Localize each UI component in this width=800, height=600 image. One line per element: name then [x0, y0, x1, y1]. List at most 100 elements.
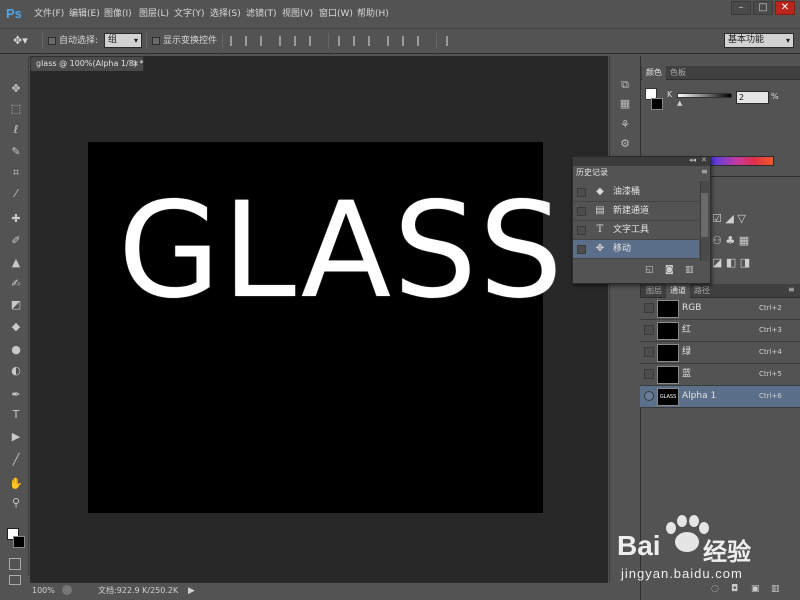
history-panel-icon[interactable]: ⧉	[617, 77, 633, 93]
tab-swatches[interactable]: 色板	[666, 66, 690, 80]
close-tab-icon[interactable]: ×	[132, 57, 139, 71]
lasso-tool-icon[interactable]: ℓ	[7, 121, 25, 138]
color-spectrum-bar[interactable]	[700, 156, 774, 166]
new-document-from-state-icon[interactable]: ◱	[645, 265, 654, 275]
tab-color[interactable]: 颜色	[642, 66, 666, 80]
panel-menu-icon[interactable]: ≡	[788, 285, 795, 294]
status-menu-arrow-icon[interactable]: ▶	[188, 583, 195, 599]
document-tab[interactable]: glass @ 100%(Alpha 1/8) * ×	[30, 56, 144, 71]
panel-menu-icon[interactable]: ≡	[701, 167, 708, 176]
menu-image[interactable]: 图像(I)	[104, 7, 132, 21]
line-tool-icon[interactable]: ╱	[7, 451, 25, 468]
clone-stamp-tool-icon[interactable]: ▲	[7, 254, 25, 271]
history-item-move[interactable]: ✥ 移动	[573, 240, 699, 259]
color-slider-track[interactable]	[677, 93, 732, 98]
minimize-button[interactable]: –	[731, 1, 751, 15]
menu-type[interactable]: 文字(Y)	[174, 7, 205, 21]
menu-view[interactable]: 视图(V)	[282, 7, 313, 21]
brush-tool-icon[interactable]: ✐	[7, 232, 25, 249]
color-panel-background-swatch[interactable]	[651, 98, 663, 110]
distribute-hcenter-icon[interactable]	[402, 36, 412, 46]
distribute-bottom-icon[interactable]	[368, 36, 378, 46]
workspace-dropdown[interactable]: 基本功能 ▾	[724, 33, 794, 48]
type-tool-icon[interactable]: T	[7, 406, 25, 423]
move-tool-icon[interactable]: ✥	[7, 80, 25, 97]
snapshot-source-checkbox[interactable]	[577, 226, 586, 235]
channel-row-green[interactable]: 绿 Ctrl+4	[640, 342, 800, 364]
align-hcenter-icon[interactable]	[294, 36, 304, 46]
channel-row-rgb[interactable]: RGB Ctrl+2	[640, 298, 800, 320]
eye-icon[interactable]	[644, 391, 654, 401]
history-title-tab[interactable]: 历史记录	[573, 166, 617, 180]
visibility-toggle[interactable]	[644, 369, 654, 379]
distribute-left-icon[interactable]	[387, 36, 397, 46]
tool-presets-icon[interactable]: ⚙	[617, 136, 633, 152]
slider-handle-icon[interactable]: ▲	[677, 99, 682, 107]
channel-row-red[interactable]: 红 Ctrl+3	[640, 320, 800, 342]
zoom-level[interactable]: 100%	[32, 583, 55, 599]
menu-layer[interactable]: 图层(L)	[139, 7, 169, 21]
info-icon[interactable]	[62, 585, 72, 595]
paint-bucket-tool-icon[interactable]: ◆	[7, 318, 25, 335]
align-left-icon[interactable]	[279, 36, 289, 46]
tab-layers[interactable]: 图层	[642, 284, 666, 298]
auto-select-checkbox[interactable]	[48, 37, 56, 45]
menu-help[interactable]: 帮助(H)	[357, 7, 389, 21]
snapshot-icon[interactable]: ◙	[665, 265, 674, 275]
adjustment-icon-row3[interactable]: ◪ ◧ ◨	[712, 256, 750, 269]
adjustment-icon-row1[interactable]: ☑ ◢ ▽	[712, 212, 746, 225]
distribute-vcenter-icon[interactable]	[353, 36, 363, 46]
menu-filter[interactable]: 滤镜(T)	[246, 7, 277, 21]
visibility-toggle[interactable]	[644, 347, 654, 357]
close-panel-icon[interactable]: ✕	[701, 156, 707, 164]
distribute-right-icon[interactable]	[417, 36, 427, 46]
visibility-toggle[interactable]	[644, 325, 654, 335]
trash-icon[interactable]: ▥	[685, 265, 694, 275]
collapse-icon[interactable]: ◂◂	[689, 156, 696, 164]
show-transform-checkbox[interactable]	[152, 37, 160, 45]
maximize-button[interactable]: □	[753, 1, 773, 15]
menu-select[interactable]: 选择(S)	[210, 7, 241, 21]
snapshot-source-checkbox[interactable]	[577, 245, 586, 254]
history-item-type-tool[interactable]: T 文字工具	[573, 221, 699, 240]
history-panel[interactable]: ◂◂ ✕ 历史记录 ≡ ◆ 油漆桶 ▤ 新建通道 T 文字工具 ✥ 移动 ◱ ◙…	[572, 156, 711, 284]
brush-panel-icon[interactable]: ⚘	[617, 117, 633, 133]
channel-row-alpha1[interactable]: GLASS Alpha 1 Ctrl+6	[640, 386, 800, 408]
distribute-top-icon[interactable]	[338, 36, 348, 46]
marquee-tool-icon[interactable]: ⬚	[7, 100, 25, 117]
align-right-icon[interactable]	[309, 36, 319, 46]
color-value-input[interactable]: 2	[736, 91, 769, 104]
crop-tool-icon[interactable]: ⌗	[7, 164, 25, 181]
adjustment-icon-row2[interactable]: ⚇ ♣ ▦	[712, 234, 749, 247]
blur-tool-icon[interactable]: ●	[7, 341, 25, 358]
dodge-tool-icon[interactable]: ◐	[7, 362, 25, 379]
align-top-icon[interactable]	[230, 36, 240, 46]
quick-select-tool-icon[interactable]: ✎	[7, 143, 25, 160]
zoom-tool-icon[interactable]: ⚲	[7, 494, 25, 511]
background-color-swatch[interactable]	[13, 536, 25, 548]
history-item-new-channel[interactable]: ▤ 新建通道	[573, 202, 699, 221]
channel-row-blue[interactable]: 蓝 Ctrl+5	[640, 364, 800, 386]
healing-brush-tool-icon[interactable]: ✚	[7, 210, 25, 227]
menu-edit[interactable]: 编辑(E)	[69, 7, 100, 21]
move-tool-preset-icon[interactable]: ✥▾	[13, 34, 31, 48]
actions-panel-icon[interactable]: ▦	[617, 96, 633, 112]
tab-channels[interactable]: 通道	[666, 284, 690, 298]
auto-align-icon[interactable]	[446, 36, 456, 46]
menu-file[interactable]: 文件(F)	[34, 7, 64, 21]
history-item-paint-bucket[interactable]: ◆ 油漆桶	[573, 183, 699, 202]
eyedropper-tool-icon[interactable]: ⁄	[7, 185, 25, 202]
snapshot-source-checkbox[interactable]	[577, 207, 586, 216]
screen-mode-icon[interactable]	[9, 575, 21, 585]
history-brush-tool-icon[interactable]: ✍	[7, 275, 25, 292]
align-bottom-icon[interactable]	[260, 36, 270, 46]
align-vcenter-icon[interactable]	[245, 36, 255, 46]
snapshot-source-checkbox[interactable]	[577, 188, 586, 197]
quick-mask-icon[interactable]	[9, 558, 21, 570]
eraser-tool-icon[interactable]: ◩	[7, 296, 25, 313]
history-scroll-thumb[interactable]	[701, 193, 708, 237]
hand-tool-icon[interactable]: ✋	[7, 475, 25, 492]
visibility-toggle[interactable]	[644, 303, 654, 313]
menu-window[interactable]: 窗口(W)	[319, 7, 353, 21]
pen-tool-icon[interactable]: ✒	[7, 386, 25, 403]
